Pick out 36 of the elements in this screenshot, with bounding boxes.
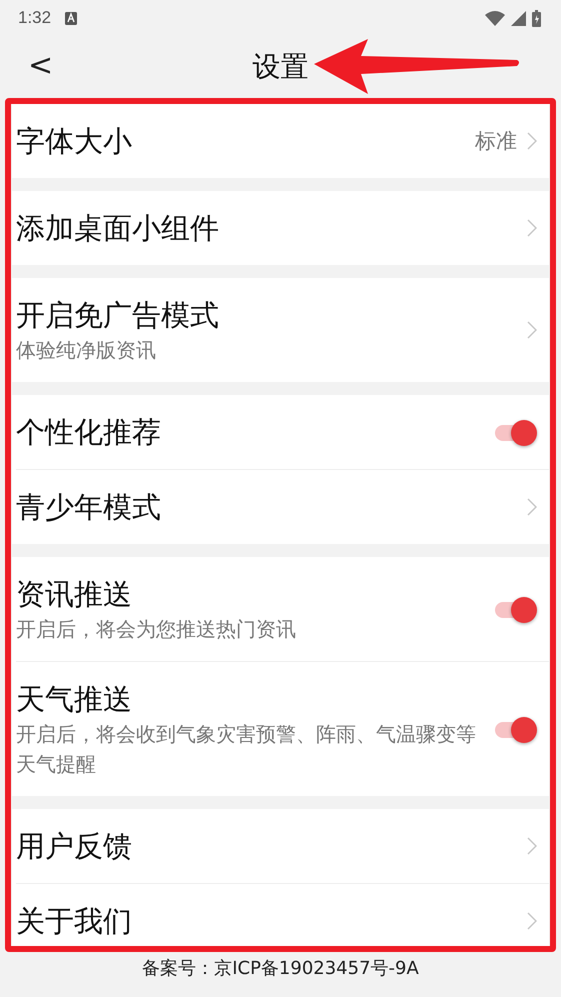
status-time: 1:32 <box>18 8 52 28</box>
row-label: 青少年模式 <box>16 489 162 526</box>
settings-row[interactable]: 开启免广告模式 体验纯净版资讯 <box>12 278 549 382</box>
chevron-right-icon <box>527 912 537 930</box>
row-label: 开启免广告模式 <box>16 297 220 334</box>
page-title: 设置 <box>252 49 308 85</box>
settings-row[interactable]: 资讯推送 开启后，将会为您推送热门资讯 <box>12 557 549 661</box>
settings-row[interactable]: 天气推送 开启后，将会收到气象灾害预警、阵雨、气温骤变等天气提醒 <box>16 661 549 796</box>
settings-row[interactable]: 青少年模式 <box>16 469 549 544</box>
row-label: 天气推送 <box>16 681 133 718</box>
row-label: 字体大小 <box>16 123 133 160</box>
row-label: 用户反馈 <box>16 828 133 865</box>
row-label: 添加桌面小组件 <box>16 210 220 247</box>
settings-row[interactable]: 个性化推荐 <box>12 395 549 469</box>
battery-icon <box>532 10 541 26</box>
row-subtitle: 体验纯净版资讯 <box>16 337 157 364</box>
settings-row[interactable]: 关于我们 <box>16 883 549 948</box>
row-label: 个性化推荐 <box>16 414 162 451</box>
settings-row[interactable]: 用户反馈 <box>12 809 549 883</box>
icp-record-text: 备案号：京ICP备19023457号-9A <box>141 957 420 980</box>
chevron-right-icon <box>527 132 537 150</box>
settings-row[interactable]: 添加桌面小组件 <box>12 191 549 265</box>
row-label: 关于我们 <box>16 903 133 940</box>
back-button[interactable]: < <box>24 48 58 84</box>
chevron-right-icon <box>527 498 537 516</box>
chevron-right-icon <box>527 219 537 237</box>
settings-row[interactable]: 字体大小 标准 <box>12 104 549 178</box>
keyboard-notification-icon <box>65 12 78 24</box>
row-subtitle: 开启后，将会收到气象灾害预警、阵雨、气温骤变等天气提醒 <box>16 721 476 778</box>
row-value: 标准 <box>475 128 517 155</box>
wifi-icon <box>485 10 505 26</box>
chevron-right-icon <box>527 321 537 339</box>
row-subtitle: 开启后，将会为您推送热门资讯 <box>16 616 297 643</box>
row-label: 资讯推送 <box>16 576 133 613</box>
signal-icon <box>511 10 526 26</box>
chevron-right-icon <box>527 837 537 855</box>
